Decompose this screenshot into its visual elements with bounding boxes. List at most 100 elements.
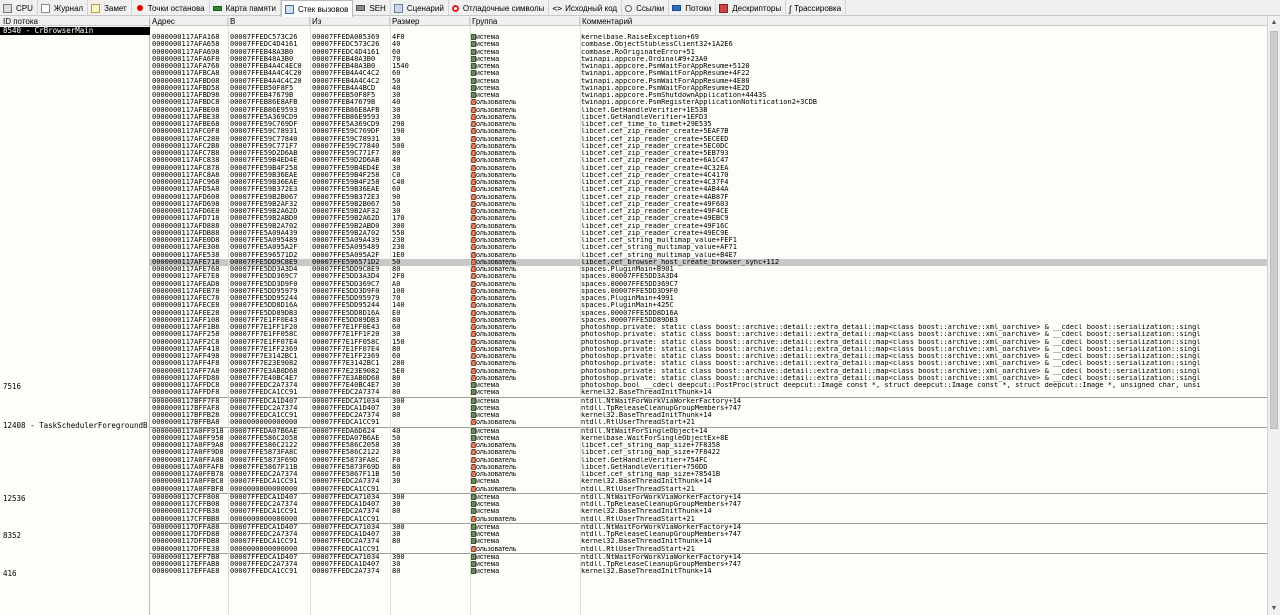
thread-item[interactable]: 7516 xyxy=(0,383,150,391)
thread-list-panel[interactable]: ID потока 8540 - CrBrowserMain 7516 12408 … xyxy=(0,17,150,615)
tab-log[interactable]: Журнал xyxy=(38,0,89,16)
stack-frame-row[interactable]: 0000000117AFC8A8 00007FFE59B36EAE 00007FFE… xyxy=(150,171,1267,179)
tab-script[interactable]: Сценарий xyxy=(391,0,449,16)
stack-frame-row[interactable]: 0000000117DFFE38 0000000000000000 00007FFE… xyxy=(150,545,1267,553)
stack-frame-row[interactable]: 0000000117BFF7F8 00007FFEDCA1D407 00007FFE… xyxy=(150,397,1267,405)
thread-id-column-header[interactable]: ID потока xyxy=(0,17,149,26)
stack-frame-row[interactable]: 0000000117BFFB28 00007FFEDCA1CC91 00007FFE… xyxy=(150,412,1267,419)
stack-frame-row[interactable]: 0000000117AFFDC8 00007FFEDC2A7374 00007FF7… xyxy=(150,382,1267,389)
stack-frame-row[interactable]: 0000000117DFFA88 00007FFEDCA1D407 00007FFE… xyxy=(150,523,1267,531)
stack-frame-row[interactable]: 0000000117AFEB78 00007FFE5DD95979 00007FFE… xyxy=(150,287,1267,295)
stack-frame-row[interactable]: 0000000117AFBE38 00007FFE5A369CD9 00007FFE… xyxy=(150,113,1267,121)
stack-frame-row[interactable]: 0000000117A0FFAF8 00007FFE5867F11B 00007FF… xyxy=(150,463,1267,471)
stack-frame-row[interactable]: 0000000117BFFAF8 00007FFEDC2A7374 00007FFE… xyxy=(150,404,1267,412)
stack-frame-row[interactable]: 0000000117AFF1B8 00007FF7E1FF1F20 00007FF7… xyxy=(150,324,1267,331)
thread-item[interactable]: 12536 xyxy=(0,495,150,503)
column-header-to[interactable]: В xyxy=(228,17,310,26)
column-header-address[interactable]: Адрес xyxy=(150,17,228,26)
stack-frame-row[interactable]: 0000000117AFA658 00007FFEDC4D4161 00007FFE… xyxy=(150,41,1267,48)
stack-frame-row[interactable]: 0000000117A0FF9D8 00007FFE5873FA8C 00007FF… xyxy=(150,449,1267,456)
scroll-down-arrow-icon[interactable]: ▼ xyxy=(1270,605,1278,613)
stack-frame-row[interactable]: 0000000117AFC7B8 00007FFE59D2D6AB 00007FFE… xyxy=(150,150,1267,157)
stack-frame-row[interactable]: 0000000117EFF7B8 00007FFEDCA1D407 00007FFE… xyxy=(150,553,1267,561)
stack-frame-row[interactable]: 0000000117CFFBB8 0000000000000000 00007FFE… xyxy=(150,515,1267,523)
stack-frame-row[interactable]: 0000000117AFA6F8 00007FFEB48A3B0 00007FFEB… xyxy=(150,55,1267,63)
scroll-up-arrow-icon[interactable]: ▲ xyxy=(1270,19,1278,27)
tab-call-stack[interactable]: Стек вызовов xyxy=(280,0,354,17)
tab-seh[interactable]: SEH xyxy=(353,0,391,16)
tab-handles[interactable]: Дескрипторы xyxy=(716,0,787,16)
scrollbar-thumb[interactable] xyxy=(1270,31,1278,429)
stack-frame-row[interactable]: 0000000117AFECE8 00007FFE5DD8D16A 00007FFE… xyxy=(150,302,1267,309)
tab-source[interactable]: <> Исходный код xyxy=(549,0,623,16)
column-header-group[interactable]: Группа xyxy=(470,17,580,26)
stack-frame-row[interactable]: 0000000117AFF258 00007FF7E1FF058C 00007FF7… xyxy=(150,331,1267,338)
thread-item[interactable]: 416 xyxy=(0,570,150,578)
stack-frame-row[interactable]: 0000000117AFC2B8 00007FFE59C771F7 00007FFE… xyxy=(150,142,1267,150)
tab-threads[interactable]: Потоки xyxy=(669,0,717,16)
stack-frame-row[interactable]: 0000000117EFFAB8 00007FFEDC2A7374 00007FFE… xyxy=(150,561,1267,568)
stack-frame-row[interactable]: 0000000117AFBD98 00007FFEB47679B 00007FFEB… xyxy=(150,92,1267,99)
stack-frame-row[interactable]: 0000000117AFD608 00007FFE59B2B067 00007FFE… xyxy=(150,193,1267,201)
tab-cpu[interactable]: CPU xyxy=(0,0,38,16)
stack-frame-row[interactable]: 0000000117AFDB88 00007FFE5A09A439 00007FFE… xyxy=(150,229,1267,237)
thread-item[interactable]: 8540 - CrBrowserMain xyxy=(0,27,150,35)
stack-frame-row[interactable]: 0000000117AFC0F8 00007FFE59C78931 00007FFE… xyxy=(150,128,1267,135)
tab-symbols[interactable]: Отладочные символы xyxy=(449,0,550,16)
stack-frame-row[interactable]: 0000000117A0FF958 00007FFE586C2058 00007FF… xyxy=(150,434,1267,442)
stack-frame-row[interactable]: 0000000117A0FF918 00007FFEDA07B6AE 00007FF… xyxy=(150,427,1267,435)
stack-frame-row[interactable]: 0000000117A0FFB78 00007FFEDC2A7374 00007FF… xyxy=(150,471,1267,478)
tab-memory-map[interactable]: Карта памяти xyxy=(210,0,281,16)
stack-frame-row[interactable]: 0000000117EFFAE8 00007FFEDCA1CC91 00007FFE… xyxy=(150,568,1267,575)
stack-frame-row[interactable]: 0000000117AFF108 00007FF7E1FF0E43 00007FFE… xyxy=(150,316,1267,324)
stack-frame-row[interactable]: 0000000117A0FFBF8 0000000000000000 00007FF… xyxy=(150,485,1267,493)
stack-frame-row[interactable]: 0000000117AFBE68 00007FFE59C769DF 00007FFE… xyxy=(150,121,1267,128)
stack-frame-row[interactable]: 0000000117AFE0D8 00007FFE5A095489 00007FFE… xyxy=(150,237,1267,244)
stack-frame-row[interactable]: 0000000117CFF808 00007FFEDCA1D407 00007FFE… xyxy=(150,493,1267,501)
stack-frame-row[interactable]: 0000000117AFD5A8 00007FFE59B372E3 00007FFE… xyxy=(150,186,1267,193)
vertical-scrollbar[interactable]: ▲ ▼ xyxy=(1267,17,1280,615)
thread-item[interactable]: 8352 xyxy=(0,532,150,540)
stack-frame-row[interactable]: 0000000117AFE538 00007FFE596571D2 00007FFE… xyxy=(150,251,1267,259)
stack-frame-row[interactable]: 0000000117AFA168 00007FFEDC573C26 00007FFE… xyxy=(150,34,1267,41)
thread-item[interactable]: 12408 - TaskSchedulerForegroundB xyxy=(0,422,150,430)
stack-frame-row[interactable]: 0000000117AFD718 00007FFE59B2ABD0 00007FFE… xyxy=(150,215,1267,222)
stack-frame-row[interactable]: 0000000117AFF498 00007FF7E3142BC1 00007FF7… xyxy=(150,353,1267,360)
stack-frame-row[interactable]: 0000000117AFA698 00007FFEB48A3B0 00007FFED… xyxy=(150,48,1267,56)
stack-frame-row[interactable]: 0000000117AFBD08 00007FFEB4A4C4C20 00007FF… xyxy=(150,77,1267,85)
stack-frame-row[interactable]: 0000000117AFBDC8 00007FFEB86E8AFB 00007FFE… xyxy=(150,99,1267,106)
stack-frame-row[interactable]: 0000000117A0FFA08 00007FFE5873F69D 00007FF… xyxy=(150,456,1267,464)
stack-frame-row[interactable]: 0000000117AFEAD8 00007FFE5DD3D9F0 00007FFE… xyxy=(150,280,1267,288)
stack-frame-row[interactable]: 0000000117AFD698 00007FFE59B2AF32 00007FFE… xyxy=(150,200,1267,208)
call-stack-table[interactable]: Адрес В Из Размер Группа Комментарий 000… xyxy=(150,17,1267,615)
stack-frame-row[interactable]: 0000000117AFC878 00007FFE59B4F258 00007FFE… xyxy=(150,164,1267,172)
column-header-size[interactable]: Размер xyxy=(390,17,470,26)
stack-frame-row[interactable]: 0000000117AFF2C8 00007FF7E1FF07E4 00007FF7… xyxy=(150,338,1267,346)
stack-frame-row[interactable]: 0000000117A0FFBC8 00007FFEDCA1CC91 00007FF… xyxy=(150,478,1267,485)
stack-frame-row[interactable]: 0000000117CFFB08 00007FFEDC2A7374 00007FFE… xyxy=(150,501,1267,508)
stack-frame-row[interactable]: 0000000117AFE7E8 00007FFE5DD369C7 00007FFE… xyxy=(150,273,1267,280)
stack-frame-row[interactable]: 0000000117AFA768 00007FFEB4A4C4EC0 00007FF… xyxy=(150,63,1267,70)
tab-trace[interactable]: ʃ Трассировка xyxy=(786,0,847,16)
stack-frame-row[interactable]: 0000000117CFFB38 00007FFEDCA1CC91 00007FFE… xyxy=(150,508,1267,515)
stack-frame-row[interactable]: 0000000117AFEC78 00007FFE5DD95244 00007FFE… xyxy=(150,295,1267,302)
stack-frame-row[interactable]: 0000000117AFD6E8 00007FFE59B2A62D 00007FFE… xyxy=(150,208,1267,215)
stack-frame-row[interactable]: 0000000117AFC838 00007FFE59B4ED4E 00007FFE… xyxy=(150,157,1267,164)
stack-frame-row[interactable]: 0000000117AFFDF8 00007FFEDCA1CC91 00007FFE… xyxy=(150,389,1267,396)
stack-frame-row[interactable]: 0000000117AFE308 00007FFE5A095A2F 00007FFE… xyxy=(150,244,1267,251)
stack-frame-row[interactable]: 0000000117BFFBA8 0000000000000000 00007FFE… xyxy=(150,419,1267,426)
tab-breakpoint[interactable]: Точки останова xyxy=(132,0,210,16)
stack-frame-row[interactable]: 0000000117AFC288 00007FFE59C77840 00007FFE… xyxy=(150,135,1267,143)
stack-frame-row[interactable]: 0000000117DFFD88 00007FFEDC2A7374 00007FFE… xyxy=(150,531,1267,538)
stack-frame-row[interactable]: 0000000117AFFD88 00007FF7E40BC4E7 00007FF7… xyxy=(150,374,1267,382)
stack-frame-row[interactable]: 0000000117A0FF9A8 00007FFE586C2122 00007FF… xyxy=(150,442,1267,449)
stack-frame-row[interactable]: 0000000117AFEE28 00007FFE5DD89DB3 00007FFE… xyxy=(150,309,1267,317)
stack-frame-row[interactable]: 0000000117AFF418 00007FF7E1FF2369 00007FF7… xyxy=(150,345,1267,353)
stack-frame-row[interactable]: 0000000117AFC968 00007FFE59B36EAE 00007FFE… xyxy=(150,179,1267,186)
stack-frame-row[interactable]: 0000000117AFD888 00007FFE59B2A702 00007FFE… xyxy=(150,222,1267,230)
stack-frame-row[interactable]: 0000000117AFF7A8 00007FF7E3AB0D68 00007FF7… xyxy=(150,367,1267,375)
column-header-from[interactable]: Из xyxy=(310,17,390,26)
stack-frame-row[interactable]: 0000000117DFFDB8 00007FFEDCA1CC91 00007FFE… xyxy=(150,538,1267,545)
stack-frame-row[interactable]: 0000000117AFE768 00007FFE5DD3A3D4 00007FFE… xyxy=(150,266,1267,273)
stack-frame-row[interactable]: 0000000117AFBCA8 00007FFEB4A4C4C20 00007FF… xyxy=(150,70,1267,77)
